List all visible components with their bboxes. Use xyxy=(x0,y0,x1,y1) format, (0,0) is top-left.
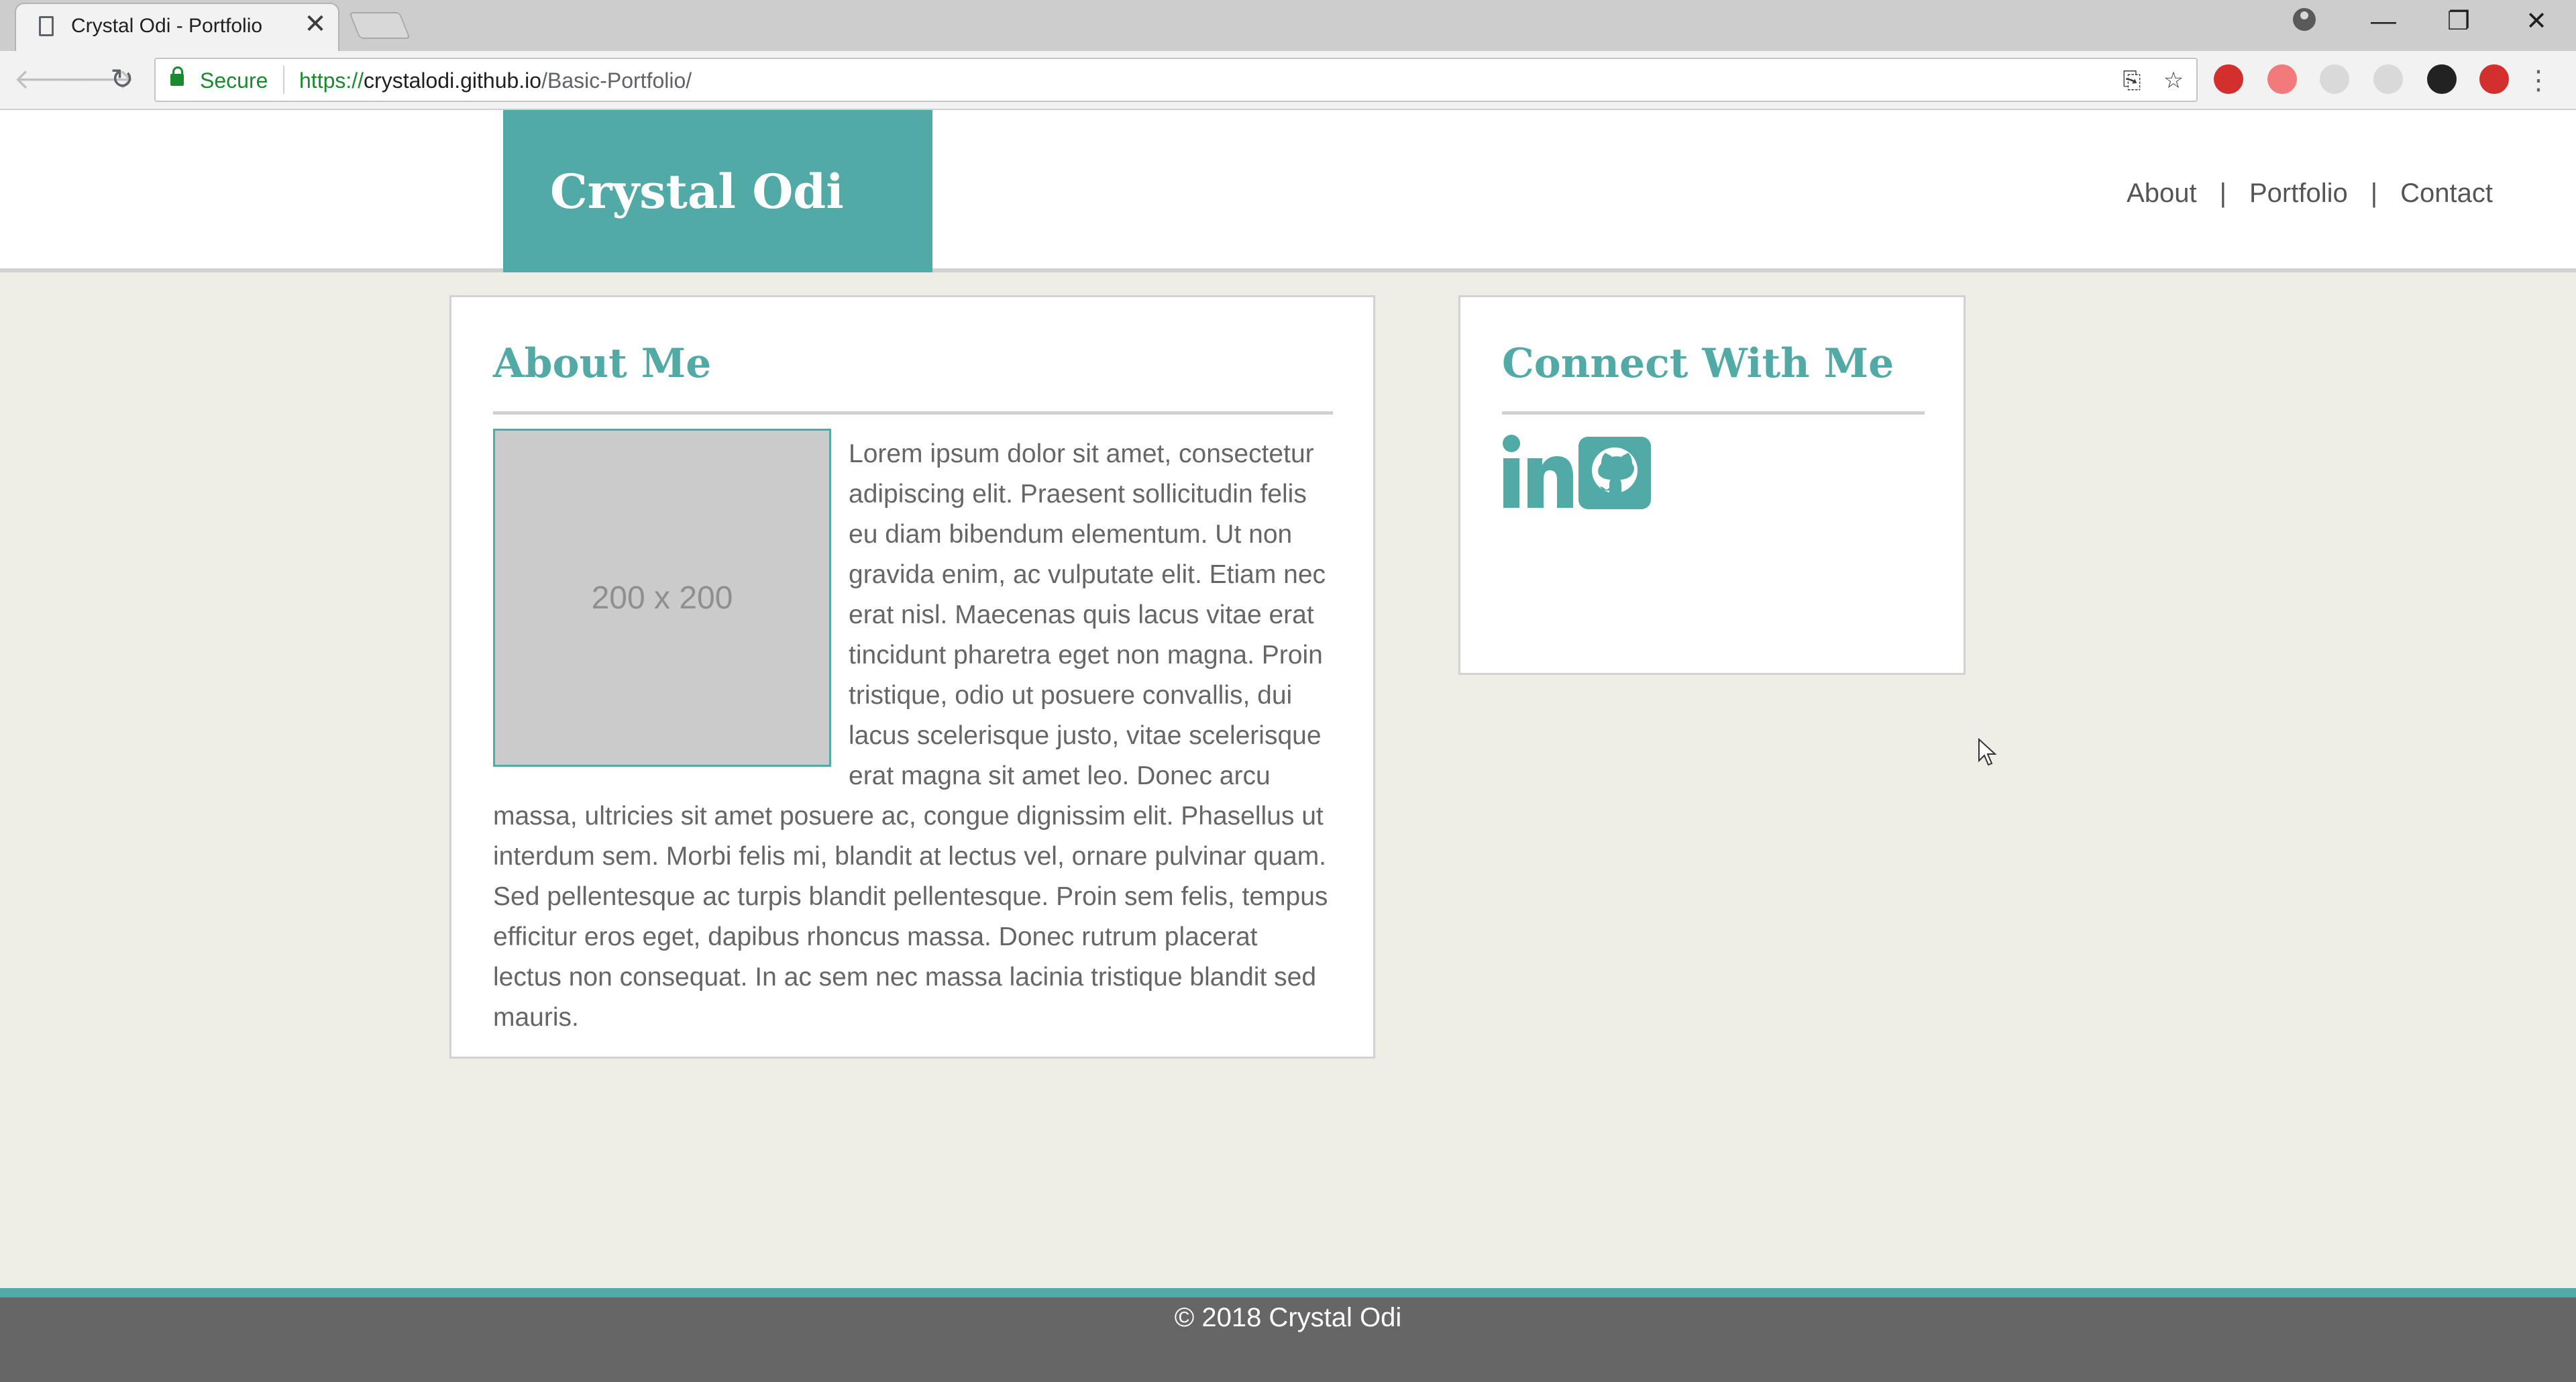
nav-separator: | xyxy=(2219,178,2226,208)
lock-icon xyxy=(170,66,184,86)
url-scheme: https:// xyxy=(299,68,364,93)
browser-tab[interactable]: Crystal Odi - Portfolio ✕ xyxy=(15,3,339,51)
nav-portfolio-link[interactable]: Portfolio xyxy=(2249,178,2348,209)
connect-card: Connect With Me xyxy=(1458,295,1966,675)
share-extension-icon[interactable] xyxy=(2267,64,2297,94)
forward-button[interactable]: 🡒 xyxy=(59,62,135,97)
site-header: Crystal Odi About | Portfolio | Contact xyxy=(0,110,2576,272)
tab-close-icon[interactable]: ✕ xyxy=(302,11,329,38)
title-divider xyxy=(493,411,1333,415)
address-bar[interactable]: Secure https://crystalodi.github.io/Basi… xyxy=(154,58,2198,102)
connect-title: Connect With Me xyxy=(1502,340,1894,387)
title-divider xyxy=(1502,411,1925,415)
blocker-extension-icon[interactable] xyxy=(2479,64,2509,94)
camera-extension-icon[interactable] xyxy=(2427,64,2457,94)
url-text[interactable]: https://crystalodi.github.io/Basic-Portf… xyxy=(299,68,692,93)
translate-icon[interactable]: ⎘ xyxy=(2118,67,2145,94)
github-octocat-icon xyxy=(1592,447,1638,497)
footer-copyright: © 2018 Crystal Odi xyxy=(1174,1303,1402,1332)
secure-label: Secure xyxy=(200,68,268,93)
profile-icon[interactable] xyxy=(2293,8,2316,31)
github-icon[interactable] xyxy=(1578,437,1651,509)
grid-extension-icon[interactable] xyxy=(2320,64,2349,94)
site-logo[interactable]: Crystal Odi xyxy=(550,164,844,219)
footer-accent-stripe xyxy=(0,1288,2576,1297)
site-footer: © 2018 Crystal Odi xyxy=(0,1297,2576,1382)
reload-button[interactable]: ↻ xyxy=(105,62,140,97)
url-host: crystalodi.github.io xyxy=(364,68,542,93)
about-title: About Me xyxy=(493,340,712,387)
linkedin-icon[interactable] xyxy=(1502,434,1574,509)
back-button[interactable]: 🡐 xyxy=(13,62,89,97)
social-links xyxy=(1502,434,1656,509)
image-float-spacer xyxy=(493,434,849,780)
circle-extension-icon[interactable] xyxy=(2373,64,2403,94)
about-card: About Me 200 x 200 Lorem ipsum dolor sit… xyxy=(449,295,1375,1059)
nav-contact-link[interactable]: Contact xyxy=(2400,178,2493,209)
new-tab-button[interactable] xyxy=(348,12,411,39)
tab-title: Crystal Odi - Portfolio xyxy=(71,15,263,37)
restore-button[interactable]: ❐ xyxy=(2428,3,2489,40)
main-nav: About | Portfolio | Contact xyxy=(2127,178,2493,209)
logo-block[interactable]: Crystal Odi xyxy=(503,110,932,272)
nav-separator: | xyxy=(2370,178,2378,208)
url-path: /Basic-Portfolio/ xyxy=(541,68,692,93)
opera-extension-icon[interactable] xyxy=(2214,64,2243,94)
browser-toolbar: 🡐 🡒 ↻ Secure https://crystalodi.github.i… xyxy=(0,51,2576,110)
divider xyxy=(283,66,284,94)
bookmark-star-icon[interactable]: ☆ xyxy=(2160,67,2187,94)
nav-about-link[interactable]: About xyxy=(2127,178,2197,209)
document-icon xyxy=(39,16,54,36)
browser-menu-icon[interactable]: ⋮ xyxy=(2525,63,2552,98)
mouse-cursor-icon xyxy=(1978,738,1997,766)
minimize-button[interactable]: — xyxy=(2353,3,2414,40)
about-body: Lorem ipsum dolor sit amet, consectetur … xyxy=(493,434,1333,1038)
browser-tab-strip: Crystal Odi - Portfolio ✕ — ❐ ✕ xyxy=(0,0,2576,51)
close-window-button[interactable]: ✕ xyxy=(2506,3,2567,40)
